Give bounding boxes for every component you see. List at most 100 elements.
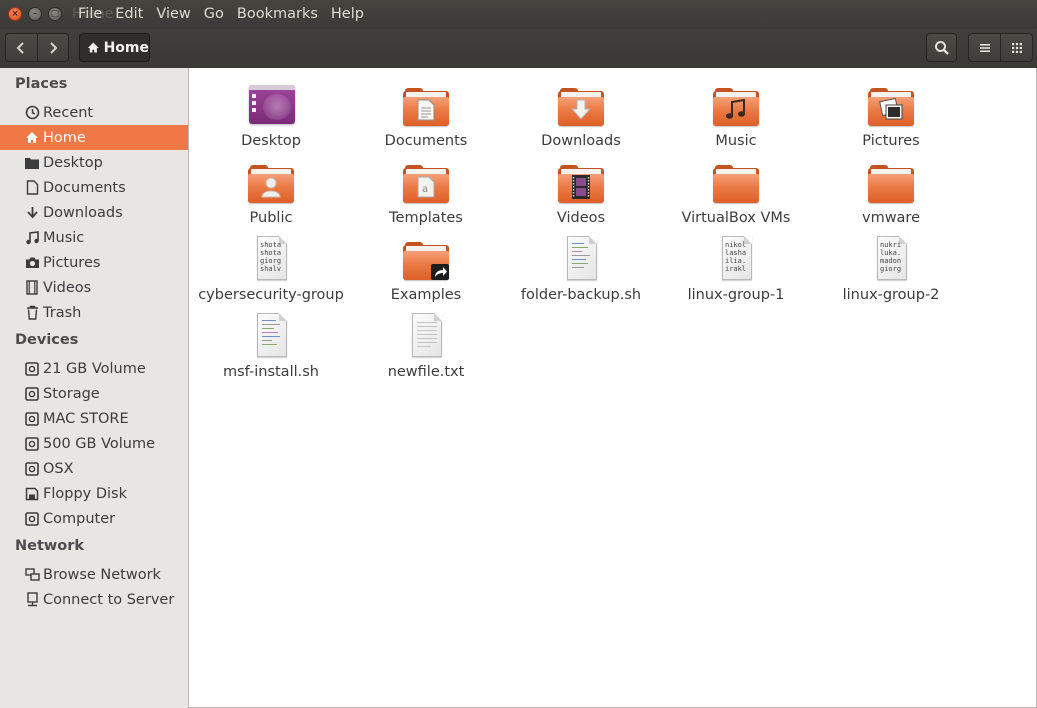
sidebar-item-500gb-volume[interactable]: 500 GB Volume bbox=[0, 431, 188, 456]
sidebar-item-trash[interactable]: Trash bbox=[0, 300, 188, 325]
forward-icon bbox=[50, 41, 58, 54]
file-item-pictures[interactable]: Pictures bbox=[816, 82, 966, 156]
toolbar: Home bbox=[0, 29, 1037, 69]
text-file-icon: shota shota giorg shalv bbox=[248, 236, 296, 284]
file-item-desktop[interactable]: Desktop bbox=[196, 82, 346, 156]
camera-icon bbox=[24, 255, 40, 271]
desktop-folder-icon bbox=[248, 82, 296, 130]
file-item-msf-install-sh[interactable]: msf-install.sh bbox=[196, 313, 346, 387]
forward-button[interactable] bbox=[38, 34, 69, 61]
sidebar: Places Recent Home Desktop Documents Dow… bbox=[0, 68, 189, 708]
file-item-music[interactable]: Music bbox=[661, 82, 811, 156]
file-view: Desktop Documents Downloads Music Pictur… bbox=[189, 68, 1037, 708]
file-item-videos[interactable]: Videos bbox=[506, 159, 656, 233]
examples-folder-icon bbox=[403, 236, 451, 284]
file-label: Public bbox=[249, 210, 293, 226]
file-item-public[interactable]: Public bbox=[196, 159, 346, 233]
sidebar-item-osx[interactable]: OSX bbox=[0, 456, 188, 481]
folder-icon bbox=[24, 155, 40, 171]
sidebar-item-floppy-disk[interactable]: Floppy Disk bbox=[0, 481, 188, 506]
text-file-icon: nukri luka. madon giorg bbox=[868, 236, 916, 284]
maximize-window-button[interactable]: □ bbox=[48, 7, 62, 21]
file-item-templates[interactable]: a Templates bbox=[351, 159, 501, 233]
list-view-icon bbox=[979, 43, 990, 52]
file-item-cybersecurity-group[interactable]: shota shota giorg shalv cybersecurity-gr… bbox=[196, 236, 346, 310]
file-label: Documents bbox=[384, 133, 468, 149]
download-icon bbox=[24, 205, 40, 221]
sidebar-item-mac-store[interactable]: MAC STORE bbox=[0, 406, 188, 431]
menu-bar: File Edit View Go Bookmarks Help bbox=[78, 6, 364, 22]
server-icon bbox=[24, 592, 40, 608]
sidebar-item-music[interactable]: Music bbox=[0, 225, 188, 250]
file-item-newfile-txt[interactable]: newfile.txt bbox=[351, 313, 501, 387]
file-item-linux-group-2[interactable]: nukri luka. madon giorg linux-group-2 bbox=[816, 236, 966, 310]
sidebar-item-label: 21 GB Volume bbox=[43, 360, 146, 377]
sidebar-item-label: Floppy Disk bbox=[43, 485, 127, 502]
menu-view[interactable]: View bbox=[156, 6, 190, 22]
clock-icon bbox=[24, 105, 40, 121]
list-view-button[interactable] bbox=[969, 34, 1001, 61]
sidebar-item-label: Browse Network bbox=[43, 566, 161, 583]
script-file-icon bbox=[248, 313, 296, 361]
sidebar-item-pictures[interactable]: Pictures bbox=[0, 250, 188, 275]
close-window-button[interactable]: × bbox=[8, 7, 22, 21]
file-label: Examples bbox=[390, 287, 462, 303]
sidebar-item-label: 500 GB Volume bbox=[43, 435, 156, 452]
sidebar-item-label: Downloads bbox=[43, 204, 123, 221]
drive-icon bbox=[24, 361, 40, 377]
drive-icon bbox=[24, 436, 40, 452]
file-preview: nikol lasha ilia. irakl bbox=[725, 241, 747, 273]
menu-file[interactable]: File bbox=[78, 6, 102, 22]
sidebar-item-label: Videos bbox=[43, 279, 92, 296]
pictures-folder-icon bbox=[868, 82, 916, 130]
file-label: Templates bbox=[389, 210, 463, 226]
minimize-window-button[interactable]: – bbox=[28, 7, 42, 21]
trash-icon bbox=[24, 305, 40, 321]
floppy-icon bbox=[24, 486, 40, 502]
grid-view-button[interactable] bbox=[1001, 34, 1032, 61]
file-item-downloads[interactable]: Downloads bbox=[506, 82, 656, 156]
music-note-icon bbox=[24, 230, 40, 246]
menu-edit[interactable]: Edit bbox=[115, 6, 143, 22]
file-item-virtualbox-vms[interactable]: VirtualBox VMs bbox=[661, 159, 811, 233]
sidebar-item-21gb-volume[interactable]: 21 GB Volume bbox=[0, 356, 188, 381]
svg-text:a: a bbox=[422, 184, 428, 195]
devices-header: Devices bbox=[15, 332, 79, 348]
file-item-folder-backup-sh[interactable]: folder-backup.sh bbox=[506, 236, 656, 310]
path-label: Home bbox=[103, 39, 149, 56]
menu-bookmarks[interactable]: Bookmarks bbox=[237, 6, 318, 22]
file-item-documents[interactable]: Documents bbox=[351, 82, 501, 156]
search-icon bbox=[934, 40, 949, 55]
sidebar-item-storage[interactable]: Storage bbox=[0, 381, 188, 406]
document-icon bbox=[24, 180, 40, 196]
sidebar-item-recent[interactable]: Recent bbox=[0, 100, 188, 125]
file-label: Music bbox=[715, 133, 757, 149]
title-bar: × – □ Home File Edit View Go Bookmarks H… bbox=[0, 0, 1037, 29]
sidebar-item-documents[interactable]: Documents bbox=[0, 175, 188, 200]
file-label: newfile.txt bbox=[387, 364, 465, 380]
sidebar-item-downloads[interactable]: Downloads bbox=[0, 200, 188, 225]
file-item-linux-group-1[interactable]: nikol lasha ilia. irakl linux-group-1 bbox=[661, 236, 811, 310]
sidebar-item-connect-to-server[interactable]: Connect to Server bbox=[0, 587, 188, 612]
link-arrow-icon bbox=[431, 264, 449, 280]
sidebar-item-label: MAC STORE bbox=[43, 410, 129, 427]
file-item-vmware[interactable]: vmware bbox=[816, 159, 966, 233]
home-icon bbox=[87, 42, 99, 53]
sidebar-item-computer[interactable]: Computer bbox=[0, 506, 188, 531]
sidebar-item-home[interactable]: Home bbox=[0, 125, 188, 150]
file-label: linux-group-1 bbox=[687, 287, 785, 303]
search-button[interactable] bbox=[926, 33, 957, 62]
back-button[interactable] bbox=[6, 34, 38, 61]
drive-icon bbox=[24, 461, 40, 477]
menu-go[interactable]: Go bbox=[204, 6, 224, 22]
path-home-button[interactable]: Home bbox=[79, 33, 150, 62]
home-icon bbox=[24, 130, 40, 146]
sidebar-item-desktop[interactable]: Desktop bbox=[0, 150, 188, 175]
menu-help[interactable]: Help bbox=[331, 6, 364, 22]
folder-icon bbox=[713, 159, 761, 207]
sidebar-item-videos[interactable]: Videos bbox=[0, 275, 188, 300]
file-item-examples[interactable]: Examples bbox=[351, 236, 501, 310]
text-file-icon: nikol lasha ilia. irakl bbox=[713, 236, 761, 284]
sidebar-item-browse-network[interactable]: Browse Network bbox=[0, 562, 188, 587]
file-label: Videos bbox=[556, 210, 606, 226]
